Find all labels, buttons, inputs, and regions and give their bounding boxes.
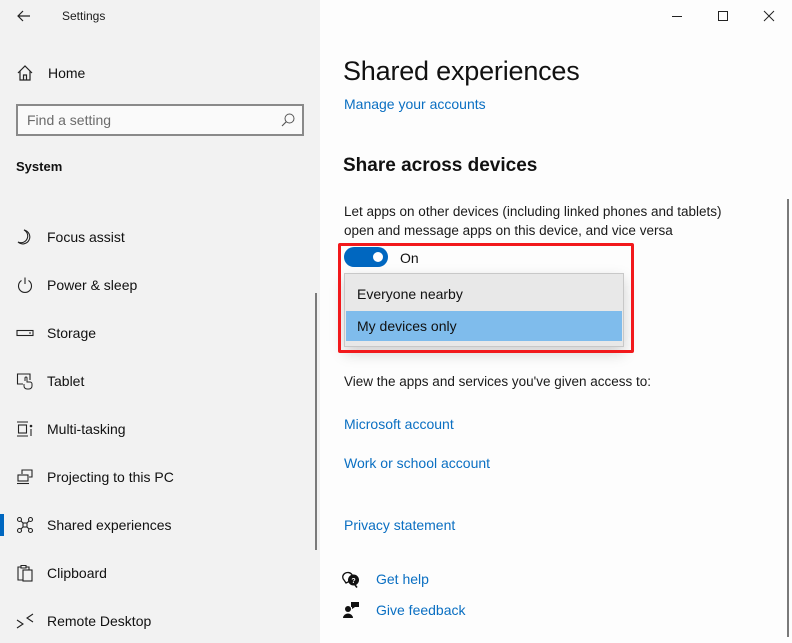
search-box[interactable] — [16, 104, 304, 136]
toggle-knob — [373, 252, 383, 262]
microsoft-account-link[interactable]: Microsoft account — [344, 416, 454, 432]
sidebar-item-multitasking[interactable]: Multi-tasking — [0, 409, 312, 449]
home-icon — [17, 65, 33, 81]
manage-accounts-link[interactable]: Manage your accounts — [344, 96, 486, 112]
sidebar-item-label: Tablet — [47, 373, 85, 389]
main-content: Shared experiences Manage your accounts … — [320, 0, 792, 643]
main-scrollbar[interactable] — [787, 199, 789, 637]
get-help-link[interactable]: Get help — [376, 571, 429, 587]
back-button[interactable] — [12, 4, 36, 28]
remote-desktop-icon — [16, 613, 34, 629]
toggle-state-label: On — [400, 250, 419, 266]
shared-experiences-icon — [16, 516, 34, 534]
share-across-devices-toggle[interactable] — [344, 247, 388, 267]
section-label-system: System — [16, 159, 63, 174]
get-help-icon: ? — [342, 571, 359, 588]
tablet-icon — [16, 373, 33, 390]
sidebar-item-label: Projecting to this PC — [47, 469, 174, 485]
sidebar-item-label: Multi-tasking — [47, 421, 126, 437]
sidebar-item-tablet[interactable]: Tablet — [0, 361, 312, 401]
page-title: Shared experiences — [343, 56, 580, 86]
sidebar-item-home[interactable]: Home — [0, 60, 320, 88]
sidebar-item-focus-assist[interactable]: Focus assist — [0, 217, 312, 257]
dropdown-option-my-devices-only[interactable]: My devices only — [346, 311, 622, 341]
give-feedback-link[interactable]: Give feedback — [376, 602, 466, 618]
close-icon — [763, 10, 775, 22]
minimize-button[interactable] — [654, 0, 700, 32]
work-school-account-link[interactable]: Work or school account — [344, 455, 490, 471]
sidebar-item-label: Shared experiences — [47, 517, 172, 533]
sidebar: Settings Home System Focus assist Power … — [0, 0, 320, 643]
sidebar-scrollbar[interactable] — [315, 293, 317, 550]
storage-icon — [16, 329, 34, 337]
close-button[interactable] — [746, 0, 792, 32]
maximize-button[interactable] — [700, 0, 746, 32]
share-with-dropdown[interactable]: Everyone nearby My devices only — [344, 273, 624, 347]
projecting-icon — [17, 469, 33, 485]
sidebar-item-label: Home — [48, 65, 86, 81]
section-description: Let apps on other devices (including lin… — [344, 204, 722, 238]
access-description: View the apps and services you've given … — [344, 374, 651, 389]
sidebar-item-projecting[interactable]: Projecting to this PC — [0, 457, 312, 497]
sidebar-item-label: Clipboard — [47, 565, 107, 581]
sidebar-item-remote-desktop[interactable]: Remote Desktop — [0, 601, 312, 641]
svg-text:?: ? — [351, 578, 355, 585]
sidebar-item-clipboard[interactable]: Clipboard — [0, 553, 312, 593]
sidebar-item-power-sleep[interactable]: Power & sleep — [0, 265, 312, 305]
moon-icon — [17, 229, 31, 245]
minimize-icon — [672, 16, 682, 17]
back-arrow-icon — [17, 10, 30, 22]
search-input[interactable] — [18, 107, 268, 133]
section-heading: Share across devices — [343, 155, 538, 176]
sidebar-item-shared-experiences[interactable]: Shared experiences — [0, 505, 312, 545]
window-controls — [654, 0, 792, 32]
multitasking-icon — [17, 421, 33, 437]
sidebar-item-label: Remote Desktop — [47, 613, 152, 629]
app-title: Settings — [62, 9, 106, 23]
dropdown-option-everyone-nearby[interactable]: Everyone nearby — [346, 279, 622, 309]
sidebar-item-label: Power & sleep — [47, 277, 138, 293]
active-indicator — [0, 514, 4, 536]
sidebar-item-label: Focus assist — [47, 229, 125, 245]
maximize-icon — [718, 11, 728, 21]
privacy-statement-link[interactable]: Privacy statement — [344, 517, 455, 533]
sidebar-item-label: Storage — [47, 325, 97, 341]
power-icon — [17, 277, 33, 294]
search-icon[interactable] — [280, 112, 296, 128]
sidebar-item-storage[interactable]: Storage — [0, 313, 312, 353]
feedback-icon — [343, 602, 359, 618]
clipboard-icon — [17, 564, 33, 582]
